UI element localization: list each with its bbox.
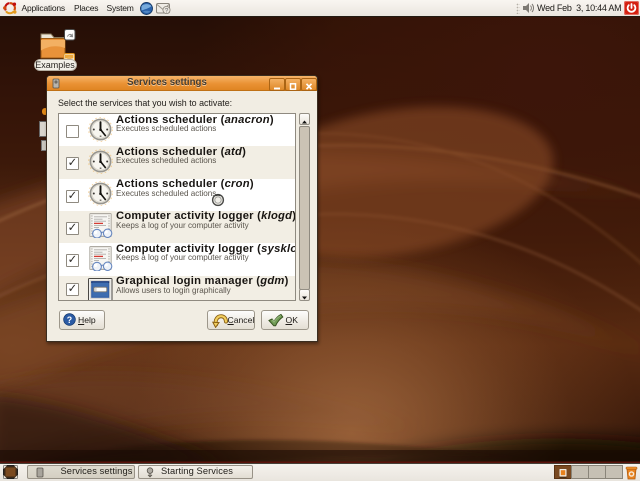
svg-text:?: ? <box>165 7 169 14</box>
svg-text:?: ? <box>67 315 72 325</box>
